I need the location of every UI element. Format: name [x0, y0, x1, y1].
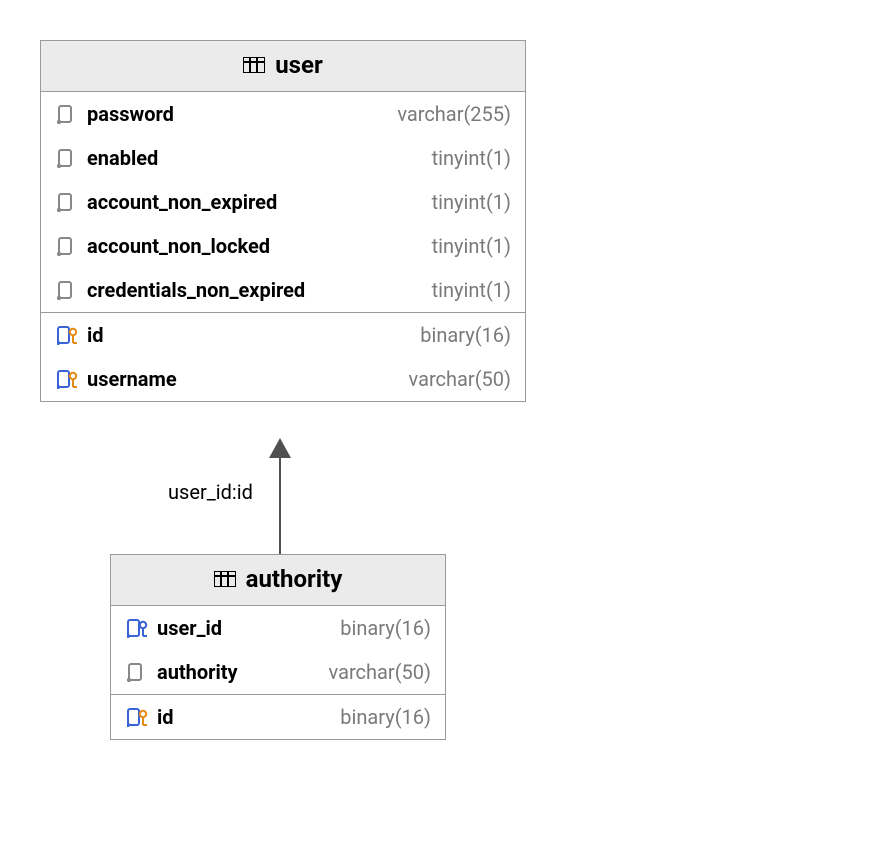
- column-name: user_id: [157, 616, 332, 640]
- er-diagram-canvas: user password varchar(255) enabled tinyi…: [0, 0, 886, 848]
- column-name: credentials_non_expired: [87, 278, 424, 302]
- table-user[interactable]: user password varchar(255) enabled tinyi…: [40, 40, 526, 402]
- column-row[interactable]: account_non_locked tinyint(1): [41, 224, 525, 268]
- column-row[interactable]: username varchar(50): [41, 357, 525, 401]
- table-authority-title: authority: [246, 565, 343, 593]
- column-icon: [55, 148, 81, 168]
- table-authority-header: authority: [111, 555, 445, 606]
- table-user-columns: password varchar(255) enabled tinyint(1)…: [41, 92, 525, 401]
- table-user-title: user: [275, 51, 323, 79]
- column-name: account_non_locked: [87, 234, 424, 258]
- column-type: binary(16): [340, 705, 431, 729]
- column-type: varchar(50): [409, 367, 511, 391]
- column-icon: [55, 192, 81, 212]
- column-type: tinyint(1): [432, 146, 511, 170]
- column-icon: [55, 280, 81, 300]
- column-row[interactable]: password varchar(255): [41, 92, 525, 136]
- column-name: username: [87, 367, 401, 391]
- column-icon: [125, 662, 151, 682]
- column-type: binary(16): [420, 323, 511, 347]
- table-authority-columns: user_id binary(16) authority varchar(50)…: [111, 606, 445, 739]
- relation-arrow: [265, 438, 295, 558]
- column-row[interactable]: user_id binary(16): [111, 606, 445, 650]
- column-type: tinyint(1): [432, 234, 511, 258]
- column-type: binary(16): [340, 616, 431, 640]
- column-type: varchar(50): [329, 660, 431, 684]
- primary-key-icon: [55, 369, 81, 389]
- column-row[interactable]: account_non_expired tinyint(1): [41, 180, 525, 224]
- column-icon: [55, 236, 81, 256]
- column-row[interactable]: enabled tinyint(1): [41, 136, 525, 180]
- foreign-key-icon: [125, 618, 151, 638]
- table-user-header: user: [41, 41, 525, 92]
- column-row[interactable]: credentials_non_expired tinyint(1): [41, 268, 525, 312]
- table-authority[interactable]: authority user_id binary(16) authority v…: [110, 554, 446, 740]
- relation-label: user_id:id: [168, 480, 253, 504]
- table-icon: [214, 571, 236, 587]
- column-row[interactable]: id binary(16): [41, 313, 525, 357]
- column-type: tinyint(1): [432, 190, 511, 214]
- primary-key-icon: [125, 707, 151, 727]
- column-name: enabled: [87, 146, 424, 170]
- column-name: password: [87, 102, 389, 126]
- column-name: id: [157, 705, 332, 729]
- column-name: id: [87, 323, 412, 347]
- table-icon: [243, 57, 265, 73]
- column-type: tinyint(1): [432, 278, 511, 302]
- column-name: authority: [157, 660, 321, 684]
- column-type: varchar(255): [397, 102, 511, 126]
- primary-key-icon: [55, 325, 81, 345]
- column-name: account_non_expired: [87, 190, 424, 214]
- column-row[interactable]: id binary(16): [111, 695, 445, 739]
- column-icon: [55, 104, 81, 124]
- column-row[interactable]: authority varchar(50): [111, 650, 445, 694]
